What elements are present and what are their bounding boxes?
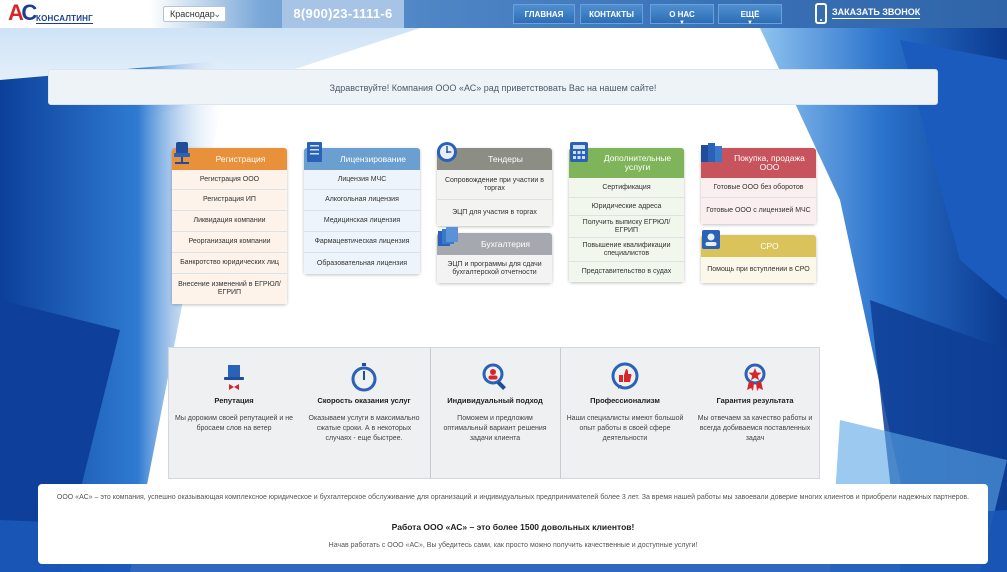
feature-individual: Индивидуальный подход Поможем и предложи… [430, 348, 560, 478]
logo-mark: АС [8, 0, 37, 25]
nav-contacts-label: КОНТАКТЫ [589, 10, 634, 19]
card-licensing-title: Лицензирование [340, 153, 406, 164]
service-link[interactable]: Получить выписку ЕГРЮЛ/ЕГРИП [569, 216, 684, 238]
feature-title: Профессионализм [590, 396, 660, 405]
card-registration: Регистрация Регистрация ООО Регистрация … [172, 142, 287, 304]
service-link[interactable]: Образовательная лицензия [304, 253, 420, 274]
feature-text: Наши специалисты имеют большой опыт рабо… [566, 415, 684, 442]
nav-home[interactable]: ГЛАВНАЯ [513, 4, 575, 24]
feature-text: Оказываем услуги в максимально сжатые ср… [308, 415, 420, 442]
card-accounting: Бухгалтерия ЭЦП и программы для сдачи бу… [437, 227, 552, 283]
service-link[interactable]: Помощь при вступлении в СРО [701, 257, 816, 283]
nav-more-label: ЕЩЁ [740, 10, 760, 19]
card-sro: СРО Помощь при вступлении в СРО [701, 230, 816, 283]
service-link[interactable]: Ликвидация компании [172, 211, 287, 232]
feature-reputation: Репутация Мы дорожим своей репутацией и … [169, 348, 299, 478]
service-link[interactable]: Алкогольная лицензия [304, 190, 420, 211]
service-link[interactable]: Реорганизация компании [172, 232, 287, 253]
card-sale-header[interactable]: Покупка, продажа ООО [701, 143, 816, 178]
card-tenders-header[interactable]: Тендеры [437, 142, 552, 170]
service-link[interactable]: ЭЦП и программы для сдачи бухгалтерской … [437, 255, 552, 283]
service-link[interactable]: Регистрация ИП [172, 190, 287, 211]
about-text: ООО «АС» – это компания, успешно оказыва… [56, 494, 970, 501]
service-link[interactable]: Банкротство юридических лиц [172, 253, 287, 274]
card-registration-header[interactable]: Регистрация [172, 142, 287, 170]
feature-professionalism: Профессионализм Наши специалисты имеют б… [560, 348, 690, 478]
dropdown-arrow-icon: ▼ [747, 20, 753, 26]
about-section: ООО «АС» – это компания, успешно оказыва… [38, 484, 988, 564]
feature-guarantee: Гарантия результата Мы отвечаем за качес… [690, 348, 820, 478]
service-link[interactable]: Готовые ООО с лицензией МЧС [701, 198, 816, 224]
feature-title: Скорость оказания услуг [317, 396, 411, 405]
nav-about[interactable]: О НАС ▼ [650, 4, 714, 26]
card-tenders-title: Тендеры [488, 153, 523, 164]
thumbs-up-icon [611, 362, 639, 390]
binders-icon [701, 143, 722, 162]
folders-icon [438, 227, 458, 246]
service-link[interactable]: Медицинская лицензия [304, 211, 420, 232]
card-registration-title: Регистрация [215, 153, 266, 164]
feature-title: Репутация [214, 396, 254, 405]
service-link[interactable]: Сопровождение при участии в торгах [437, 170, 552, 200]
card-additional-header[interactable]: Дополнительные услуги [569, 142, 684, 178]
feature-speed: Скорость оказания услуг Оказываем услуги… [299, 348, 429, 478]
mobile-phone-icon [815, 3, 827, 24]
service-link[interactable]: ЭЦП для участия в торгах [437, 200, 552, 226]
logo-text: КОНСАЛТИНГ [36, 14, 93, 24]
magnifier-person-icon [482, 363, 506, 390]
service-link[interactable]: Внесение изменений в ЕГРЮЛ/ЕГРИП [172, 274, 287, 304]
clients-highlight: Работа ООО «АС» – это более 1500 довольн… [391, 522, 635, 532]
nav-about-label: О НАС [669, 10, 695, 19]
dropdown-arrow-icon: ▼ [679, 20, 685, 26]
welcome-banner: Здравствуйте! Компания ООО «АС» рад прив… [48, 69, 938, 105]
city-select[interactable]: Краснодар ⌄ [163, 6, 226, 22]
chevron-down-icon: ⌄ [213, 9, 221, 19]
card-sale: Покупка, продажа ООО Готовые ООО без обо… [701, 143, 816, 224]
office-chair-icon [174, 142, 190, 164]
card-sale-title: Покупка, продажа ООО [734, 153, 805, 172]
award-icon [744, 363, 766, 391]
service-link[interactable]: Повышение квалификации специалистов [569, 238, 684, 262]
calculator-icon [570, 142, 588, 162]
service-link[interactable]: Готовые ООО без оборотов [701, 178, 816, 198]
top-hat-icon [224, 365, 244, 390]
feature-text: Мы отвечаем за качество работы и всегда … [697, 415, 813, 442]
card-sro-header[interactable]: СРО [701, 230, 816, 257]
top-header: АС КОНСАЛТИНГ Краснодар ⌄ 8(900)23-1111-… [0, 0, 1007, 28]
card-additional-title: Дополнительные услуги [603, 153, 672, 172]
nav-more[interactable]: ЕЩЁ ▼ [718, 4, 782, 26]
nav-contacts[interactable]: КОНТАКТЫ [580, 4, 643, 24]
card-additional: Дополнительные услуги Сертификация Юриди… [569, 142, 684, 282]
city-select-value: Краснодар [170, 9, 215, 19]
service-link[interactable]: Фармацевтическая лицензия [304, 232, 420, 253]
service-link[interactable]: Представительство в судах [569, 262, 684, 282]
document-icon [307, 142, 322, 162]
advantages-panel: Репутация Мы дорожим своей репутацией и … [168, 347, 820, 479]
stopwatch-icon [351, 363, 377, 392]
card-accounting-title: Бухгалтерия [480, 238, 531, 249]
person-badge-icon [702, 230, 720, 249]
callback-button[interactable]: ЗАКАЗАТЬ ЗВОНОК [815, 3, 925, 25]
service-link[interactable]: Лицензия МЧС [304, 170, 420, 190]
feature-title: Индивидуальный подход [447, 396, 543, 405]
callback-label: ЗАКАЗАТЬ ЗВОНОК [832, 7, 921, 19]
service-link[interactable]: Юридические адреса [569, 198, 684, 216]
cta-text: Начав работать с ООО «АС», Вы убедитесь … [328, 542, 698, 549]
card-sro-title: СРО [760, 240, 779, 251]
card-accounting-header[interactable]: Бухгалтерия [437, 227, 552, 255]
header-phone[interactable]: 8(900)23-1111-6 [282, 0, 404, 28]
service-link[interactable]: Регистрация ООО [172, 170, 287, 190]
feature-text: Мы дорожим своей репутацией и не бросаем… [175, 415, 294, 432]
card-tenders: Тендеры Сопровождение при участии в торг… [437, 142, 552, 226]
feature-text: Поможем и предложим оптимальный вариант … [443, 415, 547, 442]
card-licensing-header[interactable]: Лицензирование [304, 142, 420, 170]
nav-home-label: ГЛАВНАЯ [524, 10, 564, 19]
clock-icon [437, 142, 457, 162]
card-licensing: Лицензирование Лицензия МЧС Алкогольная … [304, 142, 420, 274]
company-logo[interactable]: АС КОНСАЛТИНГ [8, 0, 93, 26]
service-link[interactable]: Сертификация [569, 178, 684, 198]
feature-title: Гарантия результата [716, 396, 794, 405]
